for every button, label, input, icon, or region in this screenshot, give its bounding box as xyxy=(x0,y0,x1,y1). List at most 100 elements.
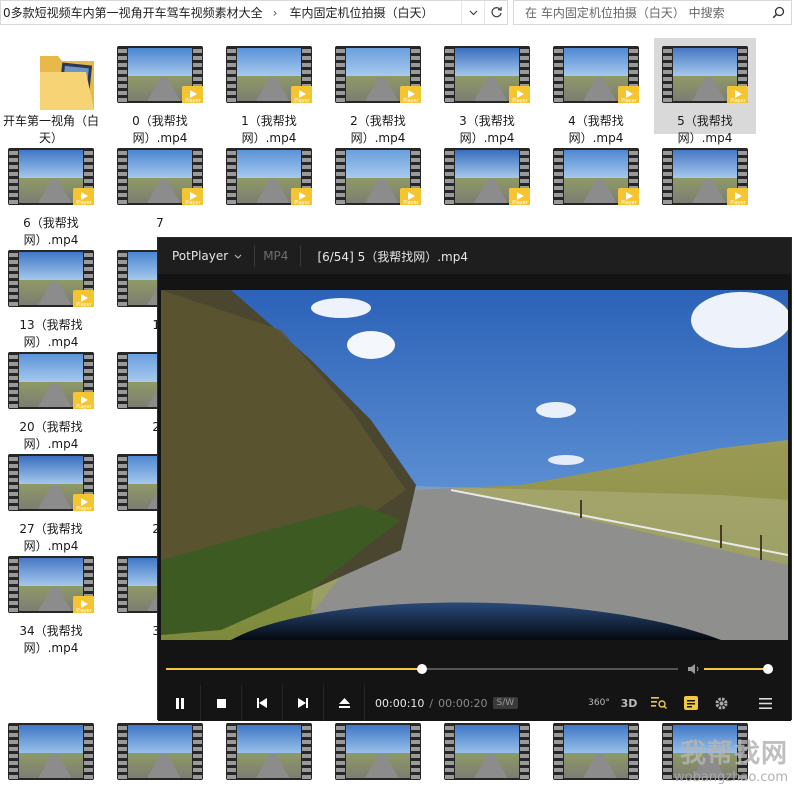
video-file-item[interactable]: Player xyxy=(327,140,429,236)
video-file-item[interactable]: Player xyxy=(545,140,647,236)
badge-text: Player xyxy=(76,404,92,409)
potplayer-badge-icon: Player xyxy=(618,86,639,103)
potplayer-badge-icon: Player xyxy=(182,188,203,205)
breadcrumb-separator: › xyxy=(272,5,278,20)
potplayer-badge-icon: Player xyxy=(73,494,94,511)
video-file-item[interactable]: Player 2（我帮找网）.mp4 xyxy=(327,38,429,145)
video-file-item[interactable]: Player 7 xyxy=(109,140,211,236)
video-thumbnail: Player xyxy=(662,46,748,103)
video-file-item[interactable] xyxy=(218,715,320,811)
decoder-badge[interactable]: S/W xyxy=(492,697,519,709)
refresh-button[interactable] xyxy=(484,1,507,24)
360-button[interactable]: 360° xyxy=(585,685,613,721)
video-thumbnail: Player xyxy=(8,556,94,613)
badge-text: Player xyxy=(185,200,201,205)
eject-button[interactable] xyxy=(324,685,365,721)
video-frame[interactable] xyxy=(161,290,788,640)
video-file-item[interactable] xyxy=(436,715,538,811)
film-strip-edge xyxy=(663,46,672,103)
video-file-item[interactable]: Player 20（我帮找网）.mp4 xyxy=(0,344,102,451)
video-file-item[interactable]: Player xyxy=(654,140,756,236)
video-file-item[interactable]: Player 5（我帮找网）.mp4 xyxy=(654,38,756,145)
video-file-item[interactable] xyxy=(109,715,211,811)
film-strip-edge xyxy=(663,148,672,205)
hamburger-menu-icon xyxy=(758,697,772,709)
video-thumbnail xyxy=(335,723,421,780)
film-strip-edge xyxy=(227,148,236,205)
gear-icon xyxy=(715,697,727,709)
video-thumbnail: Player xyxy=(335,46,421,103)
potplayer-badge-icon: Player xyxy=(73,188,94,205)
film-strip-edge xyxy=(9,148,18,205)
badge-text: Player xyxy=(185,98,201,103)
pause-button[interactable] xyxy=(160,685,201,721)
film-strip-edge xyxy=(118,352,127,409)
video-file-item[interactable] xyxy=(545,715,647,811)
previous-button[interactable] xyxy=(242,685,283,721)
video-thumbnail xyxy=(553,723,639,780)
next-button[interactable] xyxy=(283,685,324,721)
player-controls: 00:00:10 / 00:00:20 S/W 360° 3D xyxy=(158,642,791,721)
breadcrumb-current[interactable]: 车内固定机位拍摄（白天） xyxy=(287,4,433,21)
badge-text: Player xyxy=(621,98,637,103)
video-file-item[interactable]: Player 1（我帮找网）.mp4 xyxy=(218,38,320,145)
potplayer-badge-icon: Player xyxy=(400,86,421,103)
video-file-item[interactable]: Player xyxy=(218,140,320,236)
badge-text: Player xyxy=(76,302,92,307)
potplayer-badge-icon: Player xyxy=(727,86,748,103)
film-strip-edge xyxy=(118,46,127,103)
video-file-item[interactable]: Player 0（我帮找网）.mp4 xyxy=(109,38,211,145)
address-bar[interactable]: 0多款短视频车内第一视角开车驾车视频素材大全 › 车内固定机位拍摄（白天） xyxy=(0,0,508,25)
video-thumbnail: Player xyxy=(117,46,203,103)
player-menu-button[interactable]: PotPlayer xyxy=(158,249,242,263)
search-box[interactable]: 在 车内固定机位拍摄（白天） 中搜索 xyxy=(513,0,792,25)
stop-button[interactable] xyxy=(201,685,242,721)
video-file-item[interactable]: Player xyxy=(436,140,538,236)
video-file-item[interactable]: Player 6（我帮找网）.mp4 xyxy=(0,140,102,247)
video-file-item[interactable] xyxy=(0,715,102,811)
video-file-item[interactable]: Player 4（我帮找网）.mp4 xyxy=(545,38,647,145)
time-separator: / xyxy=(429,696,434,710)
player-titlebar[interactable]: PotPlayer MP4 [6/54] 5（我帮找网）.mp4 xyxy=(158,238,791,274)
menu-button[interactable] xyxy=(754,685,776,721)
badge-text: Player xyxy=(512,98,528,103)
subtitle-icon xyxy=(684,696,698,710)
search-icon[interactable] xyxy=(765,6,791,19)
video-image xyxy=(161,290,788,640)
potplayer-badge-icon: Player xyxy=(509,86,530,103)
film-strip-edge xyxy=(9,352,18,409)
folder-item[interactable]: 开车第一视角（白天） xyxy=(0,38,102,145)
video-thumbnail: Player xyxy=(444,46,530,103)
playlist-search-button[interactable] xyxy=(648,685,670,721)
address-dropdown-button[interactable] xyxy=(461,1,484,24)
seek-handle[interactable] xyxy=(417,664,427,674)
video-thumbnail: Player xyxy=(117,148,203,205)
badge-text: Player xyxy=(730,200,746,205)
volume-slider[interactable] xyxy=(704,664,773,674)
video-file-item[interactable]: Player 27（我帮找网）.mp4 xyxy=(0,446,102,553)
search-input[interactable]: 在 车内固定机位拍摄（白天） 中搜索 xyxy=(514,4,765,21)
seek-bar[interactable] xyxy=(166,664,678,674)
film-strip-edge xyxy=(336,46,345,103)
volume-handle[interactable] xyxy=(763,664,773,674)
video-file-item[interactable]: Player 34（我帮找网）.mp4 xyxy=(0,548,102,655)
badge-text: Player xyxy=(403,200,419,205)
potplayer-badge-icon: Player xyxy=(618,188,639,205)
potplayer-window[interactable]: PotPlayer MP4 [6/54] 5（我帮找网）.mp4 00:00:1… xyxy=(157,237,792,721)
video-file-item[interactable]: Player 3（我帮找网）.mp4 xyxy=(436,38,538,145)
potplayer-badge-icon: Player xyxy=(291,86,312,103)
video-thumbnail: Player xyxy=(444,148,530,205)
video-file-item[interactable] xyxy=(654,715,756,811)
control-buttons: 00:00:10 / 00:00:20 S/W 360° 3D xyxy=(158,685,791,721)
3d-button[interactable]: 3D xyxy=(618,685,640,721)
format-label: MP4 xyxy=(263,249,289,263)
file-name-label: 7 xyxy=(156,216,164,230)
volume-icon[interactable] xyxy=(686,661,702,677)
video-file-item[interactable]: Player 13（我帮找网）.mp4 xyxy=(0,242,102,349)
subtitle-button[interactable] xyxy=(680,685,702,721)
breadcrumb-parent[interactable]: 0多款短视频车内第一视角开车驾车视频素材大全 xyxy=(1,4,263,21)
current-time: 00:00:10 xyxy=(375,696,425,710)
video-thumbnail: Player xyxy=(8,250,94,307)
video-file-item[interactable] xyxy=(327,715,429,811)
settings-button[interactable] xyxy=(710,685,732,721)
